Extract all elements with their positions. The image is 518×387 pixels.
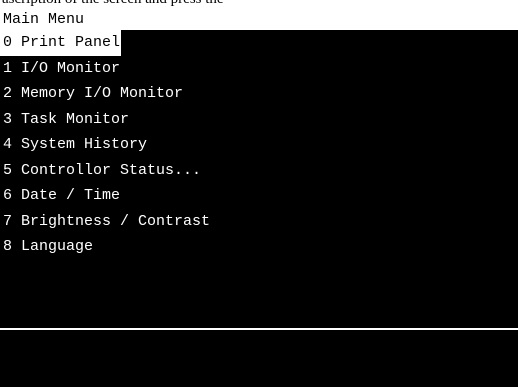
function-key-area [0, 330, 518, 387]
menu-item-date-time[interactable]: 6 Date / Time [0, 183, 518, 209]
document-text-fragment: ascription of the screen and press the [2, 0, 224, 8]
menu-item-memory-io-monitor[interactable]: 2 Memory I/O Monitor [0, 81, 518, 107]
document-text-strip: ascription of the screen and press the [0, 0, 518, 8]
menu-header: Main Menu [0, 8, 518, 30]
menu-item-label: 8 Language [3, 238, 94, 255]
menu-item-label: 2 Memory I/O Monitor [3, 85, 184, 102]
menu-item-task-monitor[interactable]: 3 Task Monitor [0, 107, 518, 133]
pendant-screen: Main Menu 0 Print Panel 1 I/O Monitor 2 … [0, 8, 518, 387]
menu-item-io-monitor[interactable]: 1 I/O Monitor [0, 56, 518, 82]
main-menu-list: 0 Print Panel 1 I/O Monitor 2 Memory I/O… [0, 30, 518, 260]
menu-item-language[interactable]: 8 Language [0, 234, 518, 260]
menu-item-label: 0 Print Panel [0, 30, 122, 56]
menu-item-system-history[interactable]: 4 System History [0, 132, 518, 158]
menu-item-label: 3 Task Monitor [3, 110, 130, 128]
menu-item-label: 4 System History [3, 136, 148, 153]
menu-item-label: 1 I/O Monitor [3, 59, 121, 77]
page-title: Main Menu [3, 11, 85, 28]
menu-item-label: 7 Brightness / Contrast [3, 212, 211, 230]
menu-item-brightness-contrast[interactable]: 7 Brightness / Contrast [0, 209, 518, 235]
menu-item-controller-status[interactable]: 5 Controllor Status... [0, 158, 518, 184]
menu-item-print-panel[interactable]: 0 Print Panel [0, 30, 518, 56]
menu-item-label: 5 Controllor Status... [3, 161, 202, 179]
menu-item-label: 6 Date / Time [3, 187, 121, 204]
